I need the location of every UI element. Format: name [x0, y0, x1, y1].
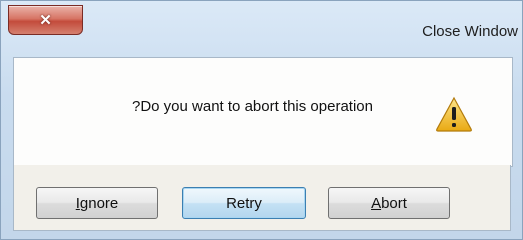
- title-bar[interactable]: ✕ Close Window: [1, 1, 523, 59]
- dialog-window: ✕ Close Window ?Do you want to abort thi…: [0, 0, 523, 240]
- abort-accesskey: A: [371, 194, 382, 212]
- close-button[interactable]: ✕: [8, 5, 83, 35]
- retry-button[interactable]: Retry: [182, 187, 306, 219]
- ignore-button[interactable]: Ignore: [36, 187, 158, 219]
- ignore-label: gnore: [79, 194, 119, 212]
- dialog-content: ?Do you want to abort this operation: [13, 57, 513, 167]
- button-bar: Ignore Retry Abort: [13, 165, 511, 231]
- abort-label: bort: [381, 194, 407, 212]
- retry-label: Retry: [226, 194, 262, 212]
- close-icon: ✕: [39, 12, 52, 29]
- dialog-message: ?Do you want to abort this operation: [132, 98, 373, 115]
- abort-button[interactable]: Abort: [328, 187, 450, 219]
- warning-icon: [436, 96, 472, 132]
- window-title: Close Window: [422, 23, 518, 40]
